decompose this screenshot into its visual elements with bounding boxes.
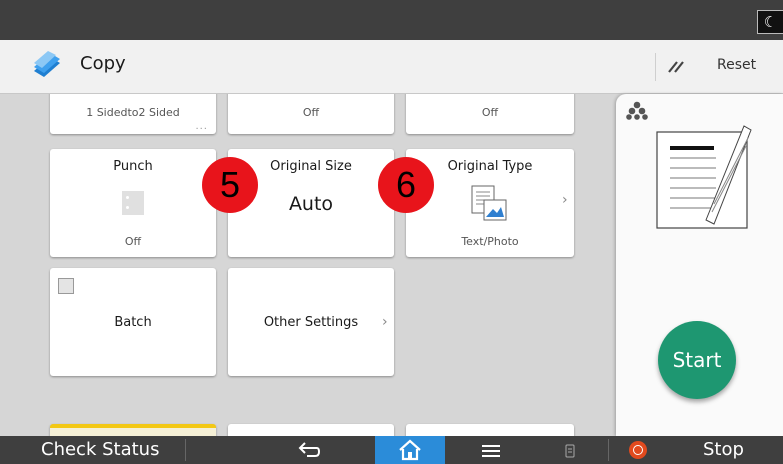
app-header: Copy Reset xyxy=(0,40,783,94)
energy-saver-button[interactable]: ☾ xyxy=(757,10,783,34)
chevron-right-icon: › xyxy=(562,192,568,208)
bottom-divider xyxy=(185,439,186,461)
header-divider xyxy=(655,53,656,81)
page-title: Copy xyxy=(80,53,126,74)
bottom-divider xyxy=(608,439,609,461)
original-type-value: Text/Photo xyxy=(461,235,519,248)
menu-icon[interactable] xyxy=(480,443,502,459)
bottom-bar: Check Status Stop xyxy=(0,436,783,464)
home-icon xyxy=(399,439,421,461)
settings-grid[interactable]: 1 Sidedto2 Sided ... Off Off Punch Off O… xyxy=(0,94,612,436)
status-bar: ☾ xyxy=(0,0,783,40)
original-type-tile[interactable]: Original Type › Text/Photo xyxy=(406,149,574,257)
reset-button[interactable]: Reset xyxy=(717,57,756,73)
original-size-tile[interactable]: Original Size Auto xyxy=(228,149,394,257)
check-status-button[interactable]: Check Status xyxy=(41,439,159,460)
duplex-tile[interactable]: 1 Sidedto2 Sided ... xyxy=(50,94,216,134)
back-icon[interactable] xyxy=(297,441,321,459)
punch-title: Punch xyxy=(113,159,153,174)
original-type-title: Original Type xyxy=(447,159,533,174)
setting-tile-row3-2[interactable] xyxy=(228,424,394,436)
other-settings-title: Other Settings xyxy=(263,315,359,330)
preview-panel: Start xyxy=(612,94,783,436)
memory-icon xyxy=(565,444,575,458)
copy-app-icon xyxy=(34,51,60,77)
setting-tile-2[interactable]: Off xyxy=(228,94,394,134)
stop-button[interactable]: Stop xyxy=(703,439,744,460)
batch-tile[interactable]: Batch xyxy=(50,268,216,376)
copy-preview-icon xyxy=(656,125,752,229)
batch-checkbox[interactable] xyxy=(58,278,74,294)
start-button[interactable]: Start xyxy=(658,321,736,399)
text-photo-icon xyxy=(471,185,507,221)
annotation-badge-5: 5 xyxy=(202,157,258,213)
setting-tile-row3-3[interactable] xyxy=(406,424,574,436)
batch-title: Batch xyxy=(114,315,152,330)
preview-card: Start xyxy=(616,94,783,436)
setting-tile-row3-1[interactable] xyxy=(50,424,216,436)
toner-icon xyxy=(626,101,648,120)
chevron-right-icon: › xyxy=(382,314,388,330)
other-settings-tile[interactable]: Other Settings › xyxy=(228,268,394,376)
reset-icon[interactable] xyxy=(664,55,688,79)
setting-value: Off xyxy=(302,106,320,119)
punch-value: Off xyxy=(124,235,142,248)
more-options-icon[interactable]: ... xyxy=(195,121,208,132)
setting-value: Off xyxy=(481,106,499,119)
punch-icon xyxy=(122,191,144,215)
moon-icon: ☾ xyxy=(763,13,778,31)
home-button[interactable] xyxy=(375,436,445,464)
setting-tile-3[interactable]: Off xyxy=(406,94,574,134)
punch-tile[interactable]: Punch Off xyxy=(50,149,216,257)
duplex-value: 1 Sidedto2 Sided xyxy=(86,106,180,119)
annotation-badge-6: 6 xyxy=(378,157,434,213)
stop-icon[interactable] xyxy=(629,441,647,459)
